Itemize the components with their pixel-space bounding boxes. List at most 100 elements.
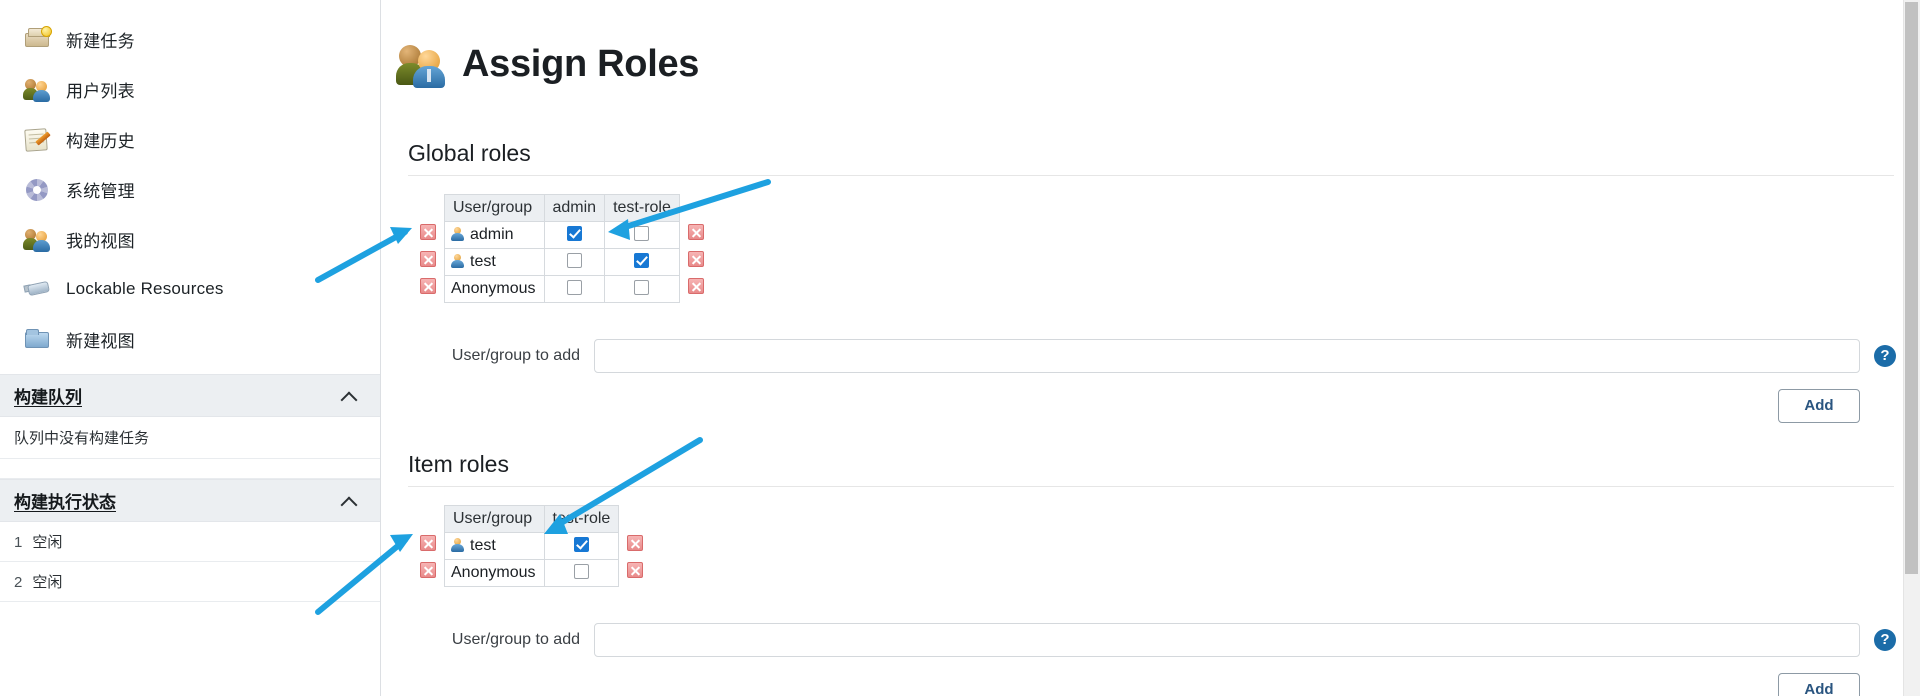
chevron-up-icon[interactable] (342, 494, 356, 508)
checkbox-admin[interactable] (566, 225, 582, 241)
help-icon[interactable]: ? (1874, 344, 1896, 367)
build-queue-empty-text: 队列中没有构建任务 (0, 417, 380, 459)
sidebar-item-my-views[interactable]: 我的视图 (0, 214, 380, 264)
table-header-row: User/group admin test-role (412, 193, 712, 222)
build-queue-widget: 构建队列 队列中没有构建任务 (0, 374, 380, 479)
delete-row-icon[interactable] (420, 278, 436, 295)
sidebar-item-label: 新建任务 (66, 31, 135, 51)
global-user-group-input[interactable] (594, 338, 1860, 373)
table-row: test (412, 247, 712, 276)
scrollbar-thumb[interactable] (1905, 2, 1918, 574)
build-executor-title: 构建执行状态 (14, 493, 116, 512)
item-roles-section: Item roles User/group test-role test Ano… (394, 451, 1920, 696)
row-delete-cell-left (412, 559, 445, 586)
help-icon[interactable]: ? (1874, 628, 1896, 651)
page-scrollbar[interactable] (1903, 0, 1920, 696)
page-title: Assign Roles (462, 43, 700, 86)
checkbox-test-role[interactable] (634, 252, 650, 268)
user-cell: Anonymous (444, 274, 545, 303)
item-user-group-input[interactable] (594, 622, 1860, 657)
user-cell: admin (444, 220, 545, 249)
user-name: admin (470, 225, 514, 243)
user-name: test (470, 252, 496, 270)
global-roles-table: User/group admin test-role admin test An… (412, 193, 712, 303)
sidebar-item-users[interactable]: 用户列表 (0, 64, 380, 114)
column-header: test-role (604, 193, 680, 222)
row-delete-cell-right (679, 221, 712, 248)
notepad-pencil-icon (22, 124, 52, 154)
delete-row-icon[interactable] (420, 535, 436, 552)
user-cell: test (444, 531, 545, 560)
column-header: User/group (444, 193, 545, 222)
sidebar-item-label: 构建历史 (66, 131, 135, 151)
table-row: Anonymous (412, 274, 712, 303)
sidebar-item-lockable-resources[interactable]: Lockable Resources (0, 264, 380, 314)
delete-row-icon[interactable] (687, 224, 704, 241)
permission-cell (543, 220, 606, 249)
item-add-row: User/group to add ? (394, 622, 1920, 657)
sidebar-nav: 新建任务 用户列表 构建历史 系统管理 我的视图 Lockable Resour… (0, 0, 380, 374)
sidebar-item-new-view[interactable]: 新建视图 (0, 314, 380, 364)
checkbox-admin[interactable] (566, 252, 582, 268)
sidebar-item-label: 我的视图 (66, 231, 135, 251)
chevron-up-icon[interactable] (342, 389, 356, 403)
section-divider (408, 174, 1894, 176)
section-divider (408, 485, 1894, 487)
row-delete-cell-right (679, 248, 712, 275)
permission-cell (543, 558, 620, 587)
sidebar-item-manage-jenkins[interactable]: 系统管理 (0, 164, 380, 214)
build-queue-header[interactable]: 构建队列 (0, 375, 380, 417)
checkbox-test-role[interactable] (634, 279, 650, 295)
checkbox-admin[interactable] (566, 279, 582, 295)
executor-number: 1 (14, 534, 23, 551)
item-add-button[interactable]: Add (1778, 672, 1860, 696)
delete-row-icon[interactable] (420, 562, 436, 579)
folder-icon (22, 324, 52, 354)
checkbox-test-role[interactable] (573, 563, 589, 579)
sidebar: 新建任务 用户列表 构建历史 系统管理 我的视图 Lockable Resour… (0, 0, 381, 696)
sidebar-item-build-history[interactable]: 构建历史 (0, 114, 380, 164)
executor-number: 2 (14, 574, 23, 591)
user-name: Anonymous (451, 563, 536, 581)
executor-row[interactable]: 2 空闲 (0, 562, 380, 602)
row-delete-cell-left (412, 221, 445, 248)
sidebar-item-new-job[interactable]: 新建任务 (0, 14, 380, 64)
user-icon (451, 537, 464, 552)
assign-roles-people-icon (396, 41, 448, 89)
checkbox-test-role[interactable] (634, 225, 650, 241)
delete-row-icon[interactable] (420, 224, 436, 241)
permission-cell (604, 220, 680, 249)
build-queue-title: 构建队列 (14, 388, 82, 407)
delete-row-icon[interactable] (627, 535, 644, 552)
user-name: Anonymous (451, 279, 536, 297)
delete-row-icon[interactable] (687, 251, 704, 268)
global-add-row: User/group to add ? (394, 338, 1920, 373)
delete-row-icon[interactable] (420, 251, 436, 268)
table-row: Anonymous (412, 558, 652, 587)
build-queue-spacer (0, 459, 380, 479)
executor-row[interactable]: 1 空闲 (0, 522, 380, 562)
global-add-label: User/group to add (451, 346, 580, 364)
executor-status: 空闲 (32, 574, 63, 591)
table-row: test (412, 531, 652, 560)
row-delete-cell-right (679, 275, 712, 302)
main-content: Assign Roles Global roles User/group adm… (381, 0, 1920, 696)
global-add-button[interactable]: Add (1778, 388, 1860, 423)
user-icon (451, 253, 464, 268)
people-icon (22, 74, 52, 104)
delete-row-icon[interactable] (627, 562, 644, 579)
new-job-icon (22, 24, 52, 54)
row-delete-cell-left (412, 275, 445, 302)
row-delete-cell-right (619, 559, 652, 586)
row-delete-cell-right (619, 532, 652, 559)
checkbox-test-role[interactable] (573, 536, 589, 552)
delete-row-icon[interactable] (687, 278, 704, 295)
permission-cell (604, 247, 680, 276)
table-row: admin (412, 220, 712, 249)
table-header-row: User/group test-role (412, 504, 651, 533)
build-executor-header[interactable]: 构建执行状态 (0, 480, 380, 522)
user-cell: Anonymous (444, 558, 545, 587)
user-name: test (470, 536, 496, 554)
spacer-cell (679, 194, 712, 221)
sidebar-item-label: 系统管理 (66, 181, 135, 201)
